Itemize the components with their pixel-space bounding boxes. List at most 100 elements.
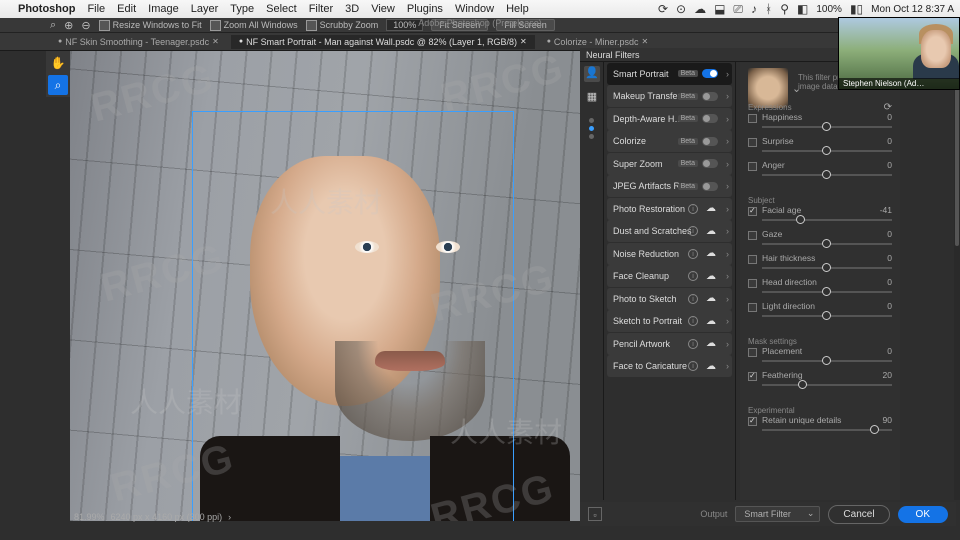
- filter-toggle[interactable]: [702, 182, 718, 191]
- output-select[interactable]: Smart Filter: [735, 506, 820, 522]
- menu-layer[interactable]: Layer: [191, 3, 219, 15]
- filter-toggle[interactable]: [702, 159, 718, 168]
- menubar-icon[interactable]: ♪: [751, 2, 757, 16]
- download-icon[interactable]: ☁: [706, 361, 716, 372]
- info-icon[interactable]: i: [688, 316, 698, 326]
- download-icon[interactable]: ☁: [706, 203, 716, 214]
- slider-thumb[interactable]: [796, 215, 805, 224]
- document-tab[interactable]: NF Skin Smoothing - Teenager.psdc✕: [50, 35, 227, 49]
- slider-checkbox[interactable]: [748, 114, 757, 123]
- filter-toggle[interactable]: [702, 114, 718, 123]
- menubar-icon[interactable]: ⊙: [676, 2, 686, 16]
- zoom-readout[interactable]: 81.99%: [74, 512, 105, 522]
- menu-3d[interactable]: 3D: [345, 3, 359, 15]
- document-tab[interactable]: NF Smart Portrait - Man against Wall.psd…: [231, 35, 535, 49]
- slider-thumb[interactable]: [870, 425, 879, 434]
- download-icon[interactable]: ☁: [706, 316, 716, 327]
- slider-track[interactable]: [762, 384, 892, 386]
- scrubby-zoom-checkbox[interactable]: Scrubby Zoom: [306, 20, 379, 31]
- menubar-battery-icon[interactable]: ▮▯: [850, 2, 863, 16]
- filter-row[interactable]: Sketch to Portraiti☁›: [607, 310, 732, 332]
- filter-row[interactable]: Face to Caricaturei☁›: [607, 355, 732, 377]
- slider-thumb[interactable]: [822, 356, 831, 365]
- filter-row[interactable]: Photo to Sketchi☁›: [607, 288, 732, 310]
- zoom-tool-icon[interactable]: ⌕: [50, 19, 56, 32]
- info-icon[interactable]: i: [688, 249, 698, 259]
- download-icon[interactable]: ☁: [706, 271, 716, 282]
- slider-checkbox[interactable]: [748, 231, 757, 240]
- menu-filter[interactable]: Filter: [309, 3, 333, 15]
- menubar-battery[interactable]: 100%: [816, 4, 842, 15]
- menu-edit[interactable]: Edit: [117, 3, 136, 15]
- info-icon[interactable]: i: [688, 339, 698, 349]
- app-menu[interactable]: Photoshop: [18, 3, 75, 15]
- filter-row[interactable]: Face Cleanupi☁›: [607, 265, 732, 287]
- menubar-icon[interactable]: ⬓: [714, 2, 725, 16]
- info-icon[interactable]: i: [688, 226, 698, 236]
- menu-select[interactable]: Select: [266, 3, 297, 15]
- filter-row[interactable]: Smart PortraitBeta›: [607, 63, 732, 85]
- portrait-category-icon[interactable]: 👤: [584, 66, 600, 82]
- slider-thumb[interactable]: [798, 380, 807, 389]
- slider-checkbox[interactable]: [748, 303, 757, 312]
- filter-row[interactable]: Depth-Aware H…Beta›: [607, 108, 732, 130]
- slider-thumb[interactable]: [822, 170, 831, 179]
- menubar-bluetooth-icon[interactable]: ᚼ: [765, 2, 772, 16]
- ok-button[interactable]: OK: [898, 506, 948, 523]
- filter-row[interactable]: Super ZoomBeta›: [607, 153, 732, 175]
- zoom-out-icon[interactable]: ⊖: [81, 19, 90, 32]
- zoom-in-icon[interactable]: ⊕: [64, 19, 73, 32]
- filter-row[interactable]: ColorizeBeta›: [607, 130, 732, 152]
- cancel-button[interactable]: Cancel: [828, 505, 889, 524]
- info-icon[interactable]: i: [688, 271, 698, 281]
- slider-checkbox[interactable]: [748, 207, 757, 216]
- preview-toggle-icon[interactable]: ▫: [588, 507, 602, 521]
- menu-help[interactable]: Help: [506, 3, 529, 15]
- hand-tool-icon[interactable]: ✋: [48, 53, 68, 73]
- slider-track[interactable]: [762, 219, 892, 221]
- download-icon[interactable]: ☁: [706, 248, 716, 259]
- filter-row[interactable]: Noise Reductioni☁›: [607, 243, 732, 265]
- zoom-tool-icon[interactable]: ⌕: [48, 75, 68, 95]
- download-icon[interactable]: ☁: [706, 226, 716, 237]
- resize-windows-checkbox[interactable]: Resize Windows to Fit: [99, 20, 202, 31]
- zoom-all-checkbox[interactable]: Zoom All Windows: [210, 20, 298, 31]
- filter-row[interactable]: Photo Restorationi☁›: [607, 198, 732, 220]
- filter-toggle[interactable]: [702, 69, 718, 78]
- slider-thumb[interactable]: [822, 146, 831, 155]
- menu-view[interactable]: View: [371, 3, 395, 15]
- menubar-icon[interactable]: ◧: [797, 2, 808, 16]
- fit-screen-button[interactable]: Fit Screen: [431, 19, 488, 31]
- slider-thumb[interactable]: [822, 239, 831, 248]
- slider-checkbox[interactable]: [748, 138, 757, 147]
- slider-thumb[interactable]: [822, 263, 831, 272]
- document-tab[interactable]: Colorize - Miner.psdc✕: [539, 35, 656, 49]
- info-icon[interactable]: i: [688, 204, 698, 214]
- filter-row[interactable]: Makeup TransferBeta›: [607, 85, 732, 107]
- menubar-icon[interactable]: ⟳: [658, 2, 668, 16]
- filter-toggle[interactable]: [702, 137, 718, 146]
- info-icon[interactable]: i: [688, 294, 698, 304]
- slider-checkbox[interactable]: [748, 279, 757, 288]
- menubar-icon[interactable]: ⎚: [733, 2, 743, 17]
- canvas-area[interactable]: RRCG RRCG RRCG RRCG RRCG RRCG 人人素材 人人素材 …: [70, 51, 580, 521]
- chevron-right-icon[interactable]: ›: [228, 512, 231, 522]
- menubar-wifi-icon[interactable]: ⚲: [780, 2, 789, 16]
- slider-thumb[interactable]: [822, 122, 831, 131]
- menu-window[interactable]: Window: [455, 3, 494, 15]
- slider-thumb[interactable]: [822, 311, 831, 320]
- download-icon[interactable]: ☁: [706, 338, 716, 349]
- creative-category-icon[interactable]: ▦: [584, 90, 600, 106]
- scrollbar[interactable]: [954, 62, 960, 500]
- filter-row[interactable]: Dust and Scratchesi☁›: [607, 220, 732, 242]
- slider-checkbox[interactable]: [748, 372, 757, 381]
- fill-screen-button[interactable]: Fill Screen: [496, 19, 555, 31]
- filter-row[interactable]: JPEG Artifacts R…Beta›: [607, 175, 732, 197]
- face-thumbnail[interactable]: [748, 68, 788, 108]
- slider-thumb[interactable]: [822, 287, 831, 296]
- filter-toggle[interactable]: [702, 92, 718, 101]
- menu-file[interactable]: File: [87, 3, 105, 15]
- menu-plugins[interactable]: Plugins: [407, 3, 443, 15]
- menu-type[interactable]: Type: [230, 3, 254, 15]
- slider-checkbox[interactable]: [748, 255, 757, 264]
